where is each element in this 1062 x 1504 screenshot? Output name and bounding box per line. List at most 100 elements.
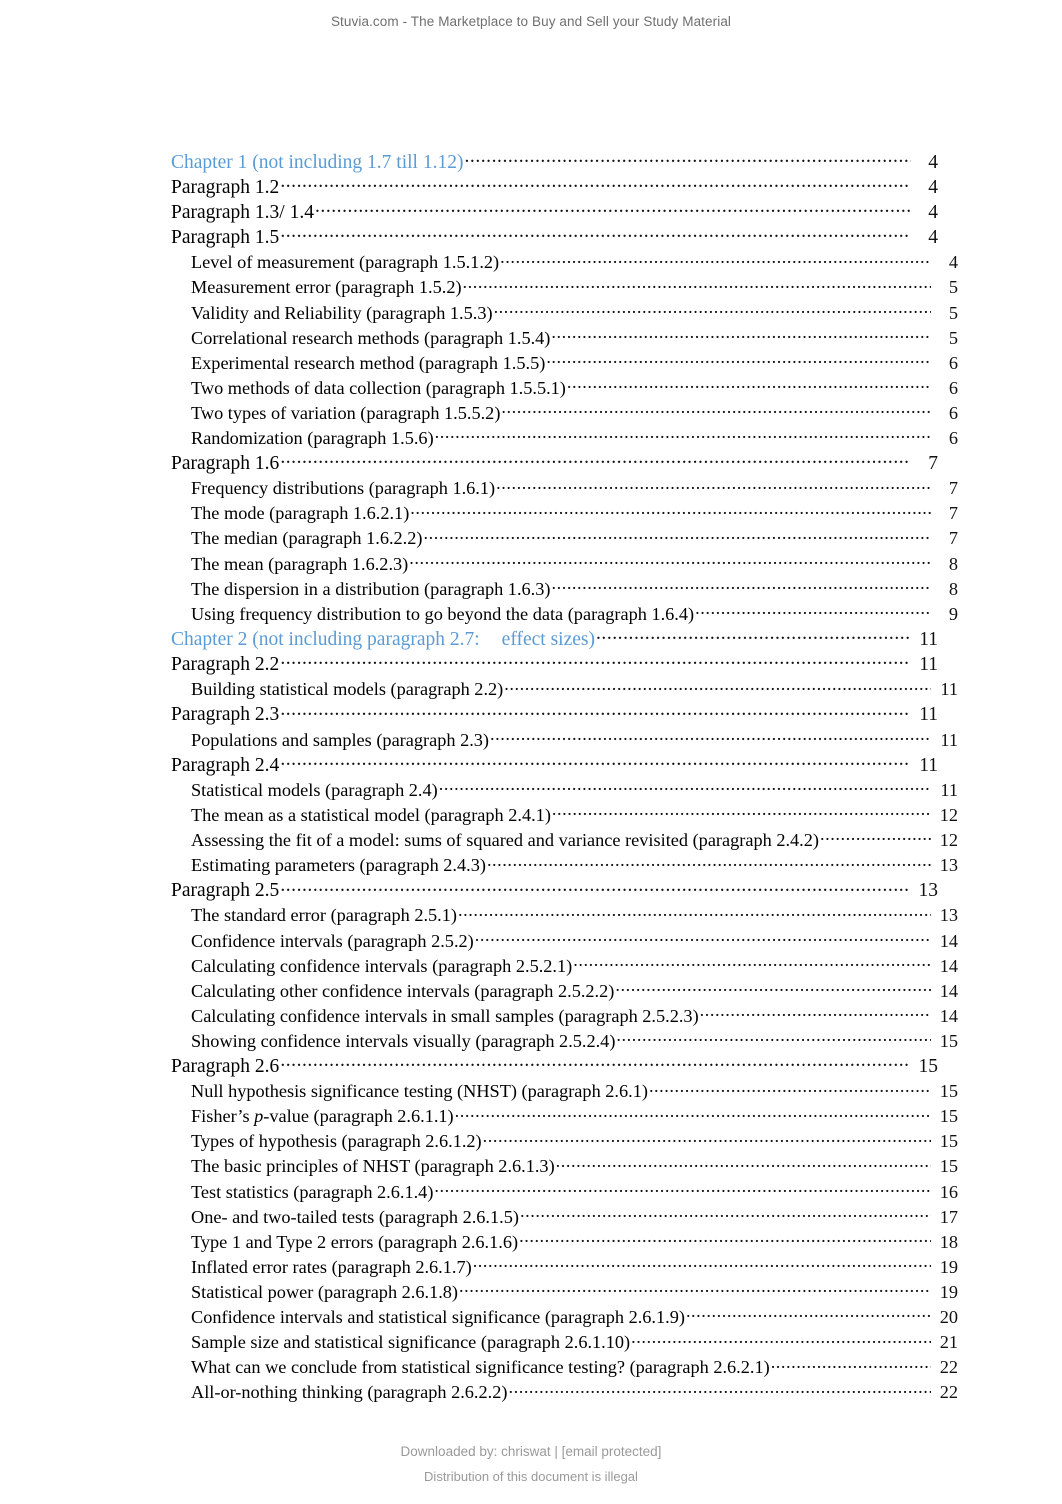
- toc-entry[interactable]: Calculating confidence intervals (paragr…: [171, 952, 958, 977]
- toc-entry[interactable]: Calculating other confidence intervals (…: [171, 977, 958, 1002]
- toc-entry[interactable]: Level of measurement (paragraph 1.5.1.2)…: [171, 249, 958, 274]
- toc-entry-label: Paragraph 2.3: [171, 704, 280, 726]
- toc-entry-label: Paragraph 1.6: [171, 453, 280, 475]
- toc-entry[interactable]: The mean as a statistical model (paragra…: [171, 801, 958, 826]
- toc-entry-label: What can we conclude from statistical si…: [191, 1357, 770, 1378]
- toc-entry-page-number: 7: [928, 453, 938, 475]
- toc-dot-leader: [500, 249, 931, 269]
- toc-entry[interactable]: Paragraph 1.6 7: [171, 450, 938, 475]
- toc-entry-label: Using frequency distribution to go beyon…: [191, 603, 695, 624]
- toc-dot-leader: [596, 625, 911, 645]
- toc-entry-label: Calculating other confidence intervals (…: [191, 980, 615, 1001]
- toc-entry-label: Sample size and statistical significance…: [191, 1332, 631, 1353]
- toc-entry[interactable]: Chapter 1 (not including 1.7 till 1.12) 4: [171, 148, 938, 173]
- toc-dot-leader: [280, 877, 911, 897]
- toc-entry[interactable]: Types of hypothesis (paragraph 2.6.1.2) 1…: [171, 1128, 958, 1153]
- toc-entry[interactable]: The median (paragraph 1.6.2.2) 7: [171, 525, 958, 550]
- toc-entry-page-number: 15: [939, 1131, 958, 1152]
- toc-entry[interactable]: Randomization (paragraph 1.5.6) 6: [171, 424, 958, 449]
- toc-entry[interactable]: Two types of variation (paragraph 1.5.5.…: [171, 399, 958, 424]
- toc-entry[interactable]: Type 1 and Type 2 errors (paragraph 2.6.…: [171, 1228, 958, 1253]
- toc-dot-leader: [573, 952, 931, 972]
- toc-dot-leader: [686, 1304, 931, 1324]
- toc-dot-leader: [280, 224, 911, 244]
- toc-entry[interactable]: Experimental research method (paragraph …: [171, 349, 958, 374]
- toc-entry[interactable]: Paragraph 2.5 13: [171, 877, 938, 902]
- toc-entry[interactable]: Measurement error (paragraph 1.5.2) 5: [171, 274, 958, 299]
- toc-entry-label: Measurement error (paragraph 1.5.2): [191, 277, 462, 298]
- toc-entry[interactable]: The standard error (paragraph 2.5.1) 13: [171, 902, 958, 927]
- toc-entry[interactable]: Fisher’s p-value (paragraph 2.6.1.1) 15: [171, 1103, 958, 1128]
- toc-entry[interactable]: Test statistics (paragraph 2.6.1.4) 16: [171, 1178, 958, 1203]
- toc-entry[interactable]: Confidence intervals (paragraph 2.5.2) 14: [171, 927, 958, 952]
- toc-entry-label: Experimental research method (paragraph …: [191, 352, 546, 373]
- toc-dot-leader: [483, 1128, 931, 1148]
- toc-entry-label: Chapter 1 (not including 1.7 till 1.12): [171, 151, 464, 173]
- toc-dot-leader: [695, 600, 931, 620]
- toc-entry[interactable]: Assessing the fit of a model: sums of sq…: [171, 827, 958, 852]
- toc-entry[interactable]: The dispersion in a distribution (paragr…: [171, 575, 958, 600]
- toc-entry-label: Building statistical models (paragraph 2…: [191, 679, 504, 700]
- toc-entry[interactable]: Using frequency distribution to go beyon…: [171, 600, 958, 625]
- toc-entry[interactable]: Paragraph 1.2 4: [171, 173, 938, 198]
- toc-dot-leader: [435, 424, 931, 444]
- toc-dot-leader: [700, 1002, 931, 1022]
- toc-entry[interactable]: The mode (paragraph 1.6.2.1) 7: [171, 500, 958, 525]
- toc-entry-page-number: 11: [919, 654, 938, 676]
- toc-entry[interactable]: Null hypothesis significance testing (NH…: [171, 1078, 958, 1103]
- toc-entry[interactable]: Populations and samples (paragraph 2.3) 1…: [171, 726, 958, 751]
- toc-entry[interactable]: The mean (paragraph 1.6.2.3) 8: [171, 550, 958, 575]
- toc-entry[interactable]: Confidence intervals and statistical sig…: [171, 1304, 958, 1329]
- toc-entry[interactable]: Sample size and statistical significance…: [171, 1329, 958, 1354]
- toc-entry-page-number: 18: [939, 1231, 958, 1252]
- toc-entry-label: Calculating confidence intervals (paragr…: [191, 955, 573, 976]
- toc-entry-page-number: 15: [939, 1081, 958, 1102]
- toc-entry[interactable]: Validity and Reliability (paragraph 1.5.…: [171, 299, 958, 324]
- toc-entry-page-number: 15: [939, 1106, 958, 1127]
- toc-entry[interactable]: What can we conclude from statistical si…: [171, 1354, 958, 1379]
- toc-entry-page-number: 13: [939, 905, 958, 926]
- toc-entry[interactable]: Statistical models (paragraph 2.4) 11: [171, 776, 958, 801]
- toc-entry-page-number: 6: [948, 402, 958, 423]
- toc-entry[interactable]: Paragraph 2.6 15: [171, 1052, 938, 1077]
- toc-entry[interactable]: Showing confidence intervals visually (p…: [171, 1027, 958, 1052]
- toc-entry[interactable]: Frequency distributions (paragraph 1.6.1…: [171, 475, 958, 500]
- toc-entry-label: Paragraph 2.4: [171, 754, 280, 776]
- toc-dot-leader: [434, 1178, 931, 1198]
- toc-entry-page-number: 9: [948, 603, 958, 624]
- toc-entry-page-number: 19: [939, 1256, 958, 1277]
- toc-dot-leader: [423, 525, 931, 545]
- toc-entry-page-number: 5: [948, 327, 958, 348]
- toc-entry[interactable]: All-or-nothing thinking (paragraph 2.6.2…: [171, 1379, 958, 1404]
- toc-entry[interactable]: Paragraph 2.4 11: [171, 751, 938, 776]
- toc-entry[interactable]: Statistical power (paragraph 2.6.1.8) 19: [171, 1278, 958, 1303]
- footer-downloaded-by: Downloaded by: chriswat | [email protect…: [400, 1444, 662, 1459]
- toc-entry[interactable]: Paragraph 2.3 11: [171, 701, 938, 726]
- toc-entry-label: One- and two-tailed tests (paragraph 2.6…: [191, 1206, 519, 1227]
- toc-entry[interactable]: Two methods of data collection (paragrap…: [171, 374, 958, 399]
- toc-entry[interactable]: One- and two-tailed tests (paragraph 2.6…: [171, 1203, 958, 1228]
- toc-entry[interactable]: Calculating confidence intervals in smal…: [171, 1002, 958, 1027]
- toc-dot-leader: [455, 1103, 931, 1123]
- toc-entry[interactable]: Estimating parameters (paragraph 2.4.3) 1…: [171, 852, 958, 877]
- toc-dot-leader: [473, 1253, 931, 1273]
- toc-entry[interactable]: Inflated error rates (paragraph 2.6.1.7)…: [171, 1253, 958, 1278]
- toc-dot-leader: [546, 349, 931, 369]
- toc-dot-leader: [504, 676, 931, 696]
- toc-entry[interactable]: Paragraph 2.2 11: [171, 651, 938, 676]
- toc-dot-leader: [458, 902, 931, 922]
- toc-dot-leader: [551, 324, 931, 344]
- toc-entry[interactable]: Paragraph 1.5 4: [171, 224, 938, 249]
- toc-entry[interactable]: Building statistical models (paragraph 2…: [171, 676, 958, 701]
- toc-entry-page-number: 13: [918, 880, 939, 902]
- toc-entry[interactable]: Correlational research methods (paragrap…: [171, 324, 958, 349]
- toc-entry-label: Correlational research methods (paragrap…: [191, 327, 551, 348]
- toc-entry-label: Paragraph 2.2: [171, 654, 280, 676]
- toc-entry[interactable]: The basic principles of NHST (paragraph …: [171, 1153, 958, 1178]
- toc-entry-page-number: 12: [939, 830, 958, 851]
- toc-entry-page-number: 6: [948, 427, 958, 448]
- toc-entry[interactable]: Paragraph 1.3/ 1.4 4: [171, 198, 938, 223]
- toc-entry-page-number: 21: [939, 1332, 958, 1353]
- toc-entry-label: Statistical power (paragraph 2.6.1.8): [191, 1281, 459, 1302]
- toc-entry[interactable]: Chapter 2 (not including paragraph 2.7: e…: [171, 625, 938, 650]
